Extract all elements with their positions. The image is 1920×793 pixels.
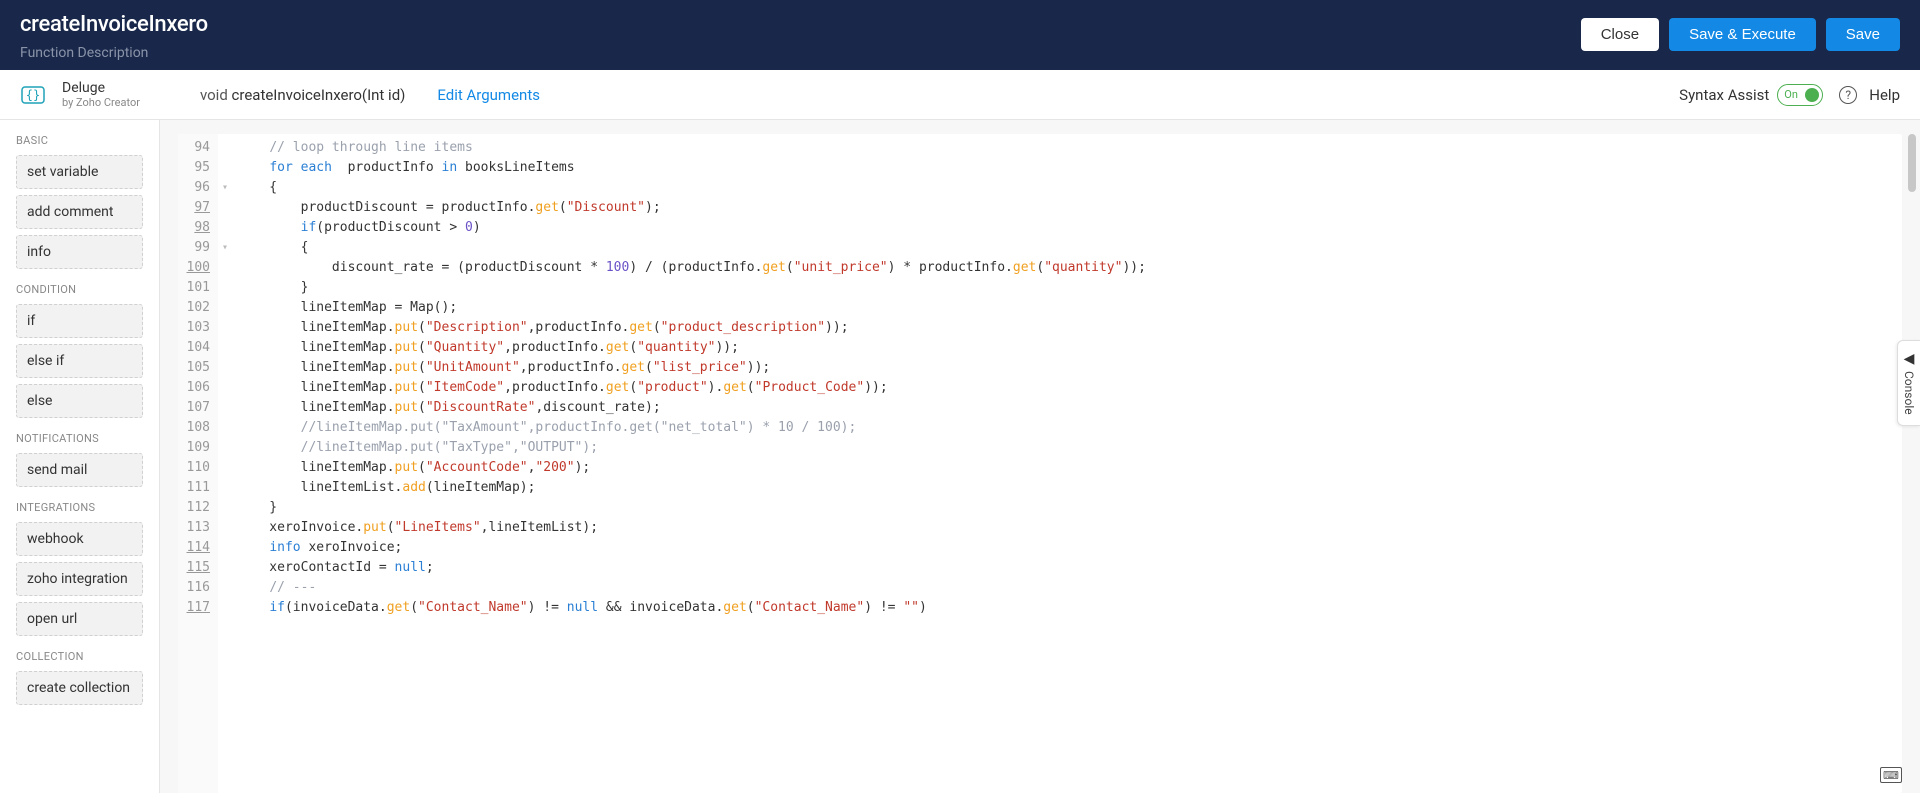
code-line[interactable]: lineItemMap.put("AccountCode","200");: [238, 458, 1902, 478]
line-number[interactable]: 108: [184, 418, 210, 438]
snippet-else[interactable]: else: [16, 384, 143, 418]
sidebar-group-title: INTEGRATIONS: [16, 501, 143, 514]
deluge-label: Deluge: [62, 80, 140, 97]
code-line[interactable]: lineItemMap.put("Description",productInf…: [238, 318, 1902, 338]
close-button[interactable]: Close: [1581, 18, 1659, 51]
function-signature: void createInvoiceInxero(Int id): [200, 86, 405, 104]
deluge-sublabel: by Zoho Creator: [62, 96, 140, 109]
code-line[interactable]: xeroInvoice.put("LineItems",lineItemList…: [238, 518, 1902, 538]
code-line[interactable]: }: [238, 278, 1902, 298]
code-line[interactable]: // loop through line items: [238, 138, 1902, 158]
fold-marker[interactable]: ▾: [218, 238, 232, 258]
editor-scrollbar[interactable]: [1908, 134, 1916, 779]
header: createInvoiceInxero Function Description…: [0, 0, 1920, 70]
line-gutter: 9495969798991001011021031041051061071081…: [178, 134, 218, 793]
line-number[interactable]: 102: [184, 298, 210, 318]
line-number[interactable]: 113: [184, 518, 210, 538]
line-number[interactable]: 94: [184, 138, 210, 158]
line-number[interactable]: 105: [184, 358, 210, 378]
save-execute-button[interactable]: Save & Execute: [1669, 18, 1816, 51]
code-line[interactable]: xeroContactId = null;: [238, 558, 1902, 578]
snippet-send-mail[interactable]: send mail: [16, 453, 143, 487]
line-number[interactable]: 114: [184, 538, 210, 558]
line-number[interactable]: 100: [184, 258, 210, 278]
code-line[interactable]: lineItemMap.put("UnitAmount",productInfo…: [238, 358, 1902, 378]
svg-text:{}: {}: [26, 88, 40, 102]
snippet-sidebar: BASIC set variable add comment info CONDITIO…: [0, 120, 160, 793]
code-line[interactable]: // ---: [238, 578, 1902, 598]
line-number[interactable]: 110: [184, 458, 210, 478]
code-line[interactable]: discount_rate = (productDiscount * 100) …: [238, 258, 1902, 278]
snippet-open-url[interactable]: open url: [16, 602, 143, 636]
subheader: {} Deluge by Zoho Creator void createInv…: [0, 70, 1920, 120]
syntax-assist-toggle[interactable]: On: [1777, 84, 1823, 106]
line-number[interactable]: 106: [184, 378, 210, 398]
code-line[interactable]: {: [238, 238, 1902, 258]
edit-arguments-link[interactable]: Edit Arguments: [437, 86, 540, 104]
snippet-zoho-integration[interactable]: zoho integration: [16, 562, 143, 596]
help-icon[interactable]: ?: [1839, 86, 1857, 104]
function-subtitle: Function Description: [20, 45, 208, 61]
line-number[interactable]: 101: [184, 278, 210, 298]
code-line[interactable]: productDiscount = productInfo.get("Disco…: [238, 198, 1902, 218]
code-line[interactable]: lineItemMap.put("Quantity",productInfo.g…: [238, 338, 1902, 358]
sidebar-group-title: NOTIFICATIONS: [16, 432, 143, 445]
line-number[interactable]: 109: [184, 438, 210, 458]
snippet-if[interactable]: if: [16, 304, 143, 338]
snippet-set-variable[interactable]: set variable: [16, 155, 143, 189]
code-line[interactable]: lineItemList.add(lineItemMap);: [238, 478, 1902, 498]
line-number[interactable]: 115: [184, 558, 210, 578]
snippet-add-comment[interactable]: add comment: [16, 195, 143, 229]
code-line[interactable]: lineItemMap = Map();: [238, 298, 1902, 318]
help-link[interactable]: Help: [1869, 86, 1900, 104]
chevron-left-icon: ◀: [1904, 351, 1915, 367]
line-number[interactable]: 98: [184, 218, 210, 238]
sidebar-group-title: BASIC: [16, 134, 143, 147]
code-line[interactable]: for each productInfo in booksLineItems: [238, 158, 1902, 178]
fold-column: ▾▾: [218, 134, 232, 793]
line-number[interactable]: 116: [184, 578, 210, 598]
fold-marker[interactable]: ▾: [218, 178, 232, 198]
code-content[interactable]: // loop through line items for each prod…: [232, 134, 1902, 793]
line-number[interactable]: 95: [184, 158, 210, 178]
snippet-else-if[interactable]: else if: [16, 344, 143, 378]
code-line[interactable]: lineItemMap.put("DiscountRate",discount_…: [238, 398, 1902, 418]
snippet-webhook[interactable]: webhook: [16, 522, 143, 556]
line-number[interactable]: 96: [184, 178, 210, 198]
code-line[interactable]: if(productDiscount > 0): [238, 218, 1902, 238]
deluge-logo-icon: {}: [18, 80, 48, 110]
code-line[interactable]: lineItemMap.put("ItemCode",productInfo.g…: [238, 378, 1902, 398]
code-line[interactable]: {: [238, 178, 1902, 198]
code-line[interactable]: info xeroInvoice;: [238, 538, 1902, 558]
syntax-assist-label: Syntax Assist: [1679, 86, 1769, 104]
code-line[interactable]: if(invoiceData.get("Contact_Name") != nu…: [238, 598, 1902, 618]
code-line[interactable]: //lineItemMap.put("TaxType","OUTPUT");: [238, 438, 1902, 458]
function-title: createInvoiceInxero: [20, 12, 208, 37]
editor-area: 9495969798991001011021031041051061071081…: [160, 120, 1920, 793]
code-editor[interactable]: 9495969798991001011021031041051061071081…: [178, 134, 1902, 793]
line-number[interactable]: 117: [184, 598, 210, 618]
console-tab[interactable]: ◀ Console: [1897, 340, 1920, 426]
line-number[interactable]: 104: [184, 338, 210, 358]
scrollbar-thumb[interactable]: [1908, 134, 1916, 192]
sidebar-group-title: COLLECTION: [16, 650, 143, 663]
line-number[interactable]: 107: [184, 398, 210, 418]
snippet-info[interactable]: info: [16, 235, 143, 269]
line-number[interactable]: 103: [184, 318, 210, 338]
keyboard-icon[interactable]: [1880, 767, 1902, 783]
line-number[interactable]: 112: [184, 498, 210, 518]
snippet-create-collection[interactable]: create collection: [16, 671, 143, 705]
line-number[interactable]: 99: [184, 238, 210, 258]
line-number[interactable]: 97: [184, 198, 210, 218]
save-button[interactable]: Save: [1826, 18, 1900, 51]
line-number[interactable]: 111: [184, 478, 210, 498]
code-line[interactable]: //lineItemMap.put("TaxAmount",productInf…: [238, 418, 1902, 438]
code-line[interactable]: }: [238, 498, 1902, 518]
sidebar-group-title: CONDITION: [16, 283, 143, 296]
